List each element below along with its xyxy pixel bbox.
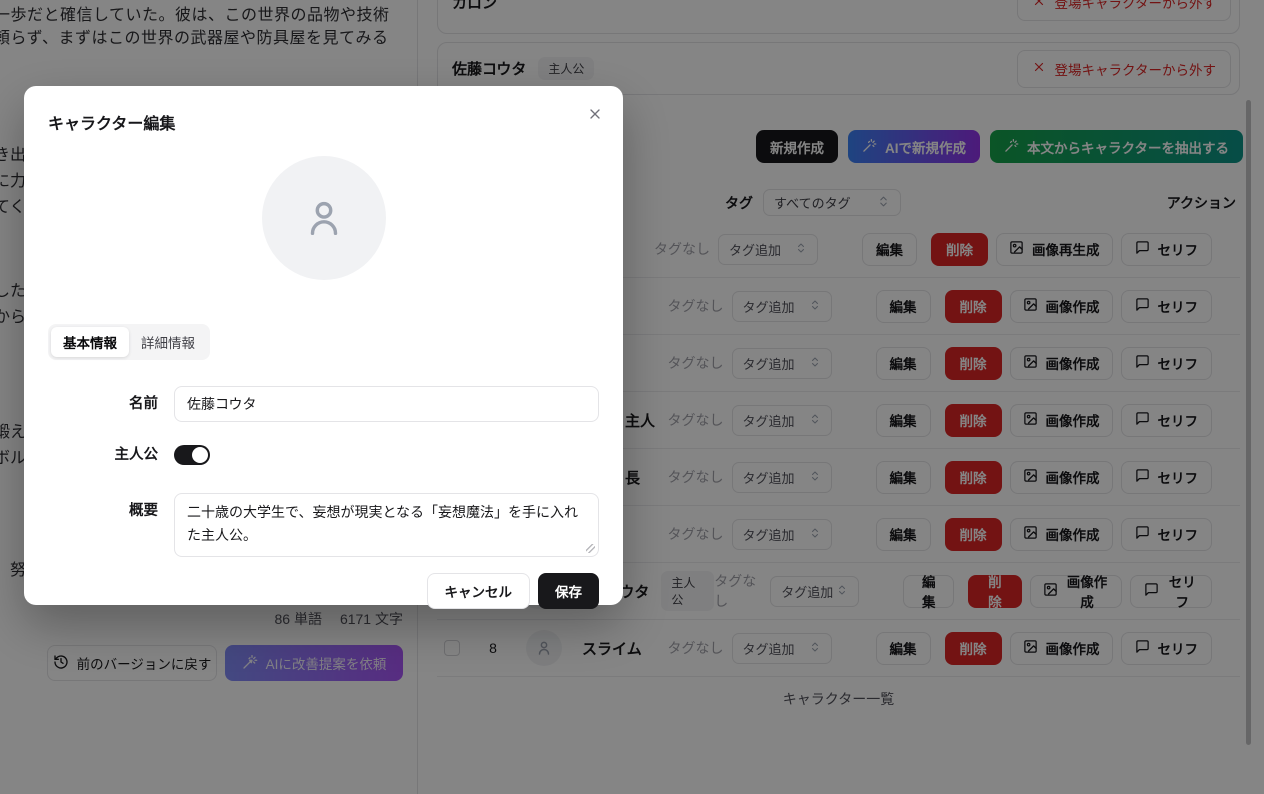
character-edit-modal: キャラクター編集 基本情報 詳細情報 名前 主人公 概要 キャンセル 保存 (24, 86, 623, 605)
tab-basic-info[interactable]: 基本情報 (51, 327, 129, 357)
person-icon (301, 195, 347, 241)
cancel-button[interactable]: キャンセル (427, 573, 531, 609)
summary-field-label: 概要 (48, 493, 174, 557)
resize-handle-icon[interactable] (586, 544, 595, 553)
name-field-label: 名前 (48, 386, 174, 422)
protagonist-toggle[interactable] (174, 445, 210, 465)
tab-detail-info[interactable]: 詳細情報 (129, 327, 207, 357)
character-avatar (262, 156, 386, 280)
name-input[interactable] (174, 386, 599, 422)
modal-tabs: 基本情報 詳細情報 (48, 324, 210, 360)
save-button[interactable]: 保存 (538, 573, 599, 609)
character-form: 名前 主人公 概要 (48, 386, 599, 557)
close-icon (587, 106, 603, 122)
modal-close-button[interactable] (583, 102, 607, 129)
protagonist-field-label: 主人公 (48, 437, 174, 473)
toggle-knob (192, 447, 208, 463)
summary-textarea[interactable] (174, 493, 599, 557)
modal-title: キャラクター編集 (48, 110, 599, 134)
